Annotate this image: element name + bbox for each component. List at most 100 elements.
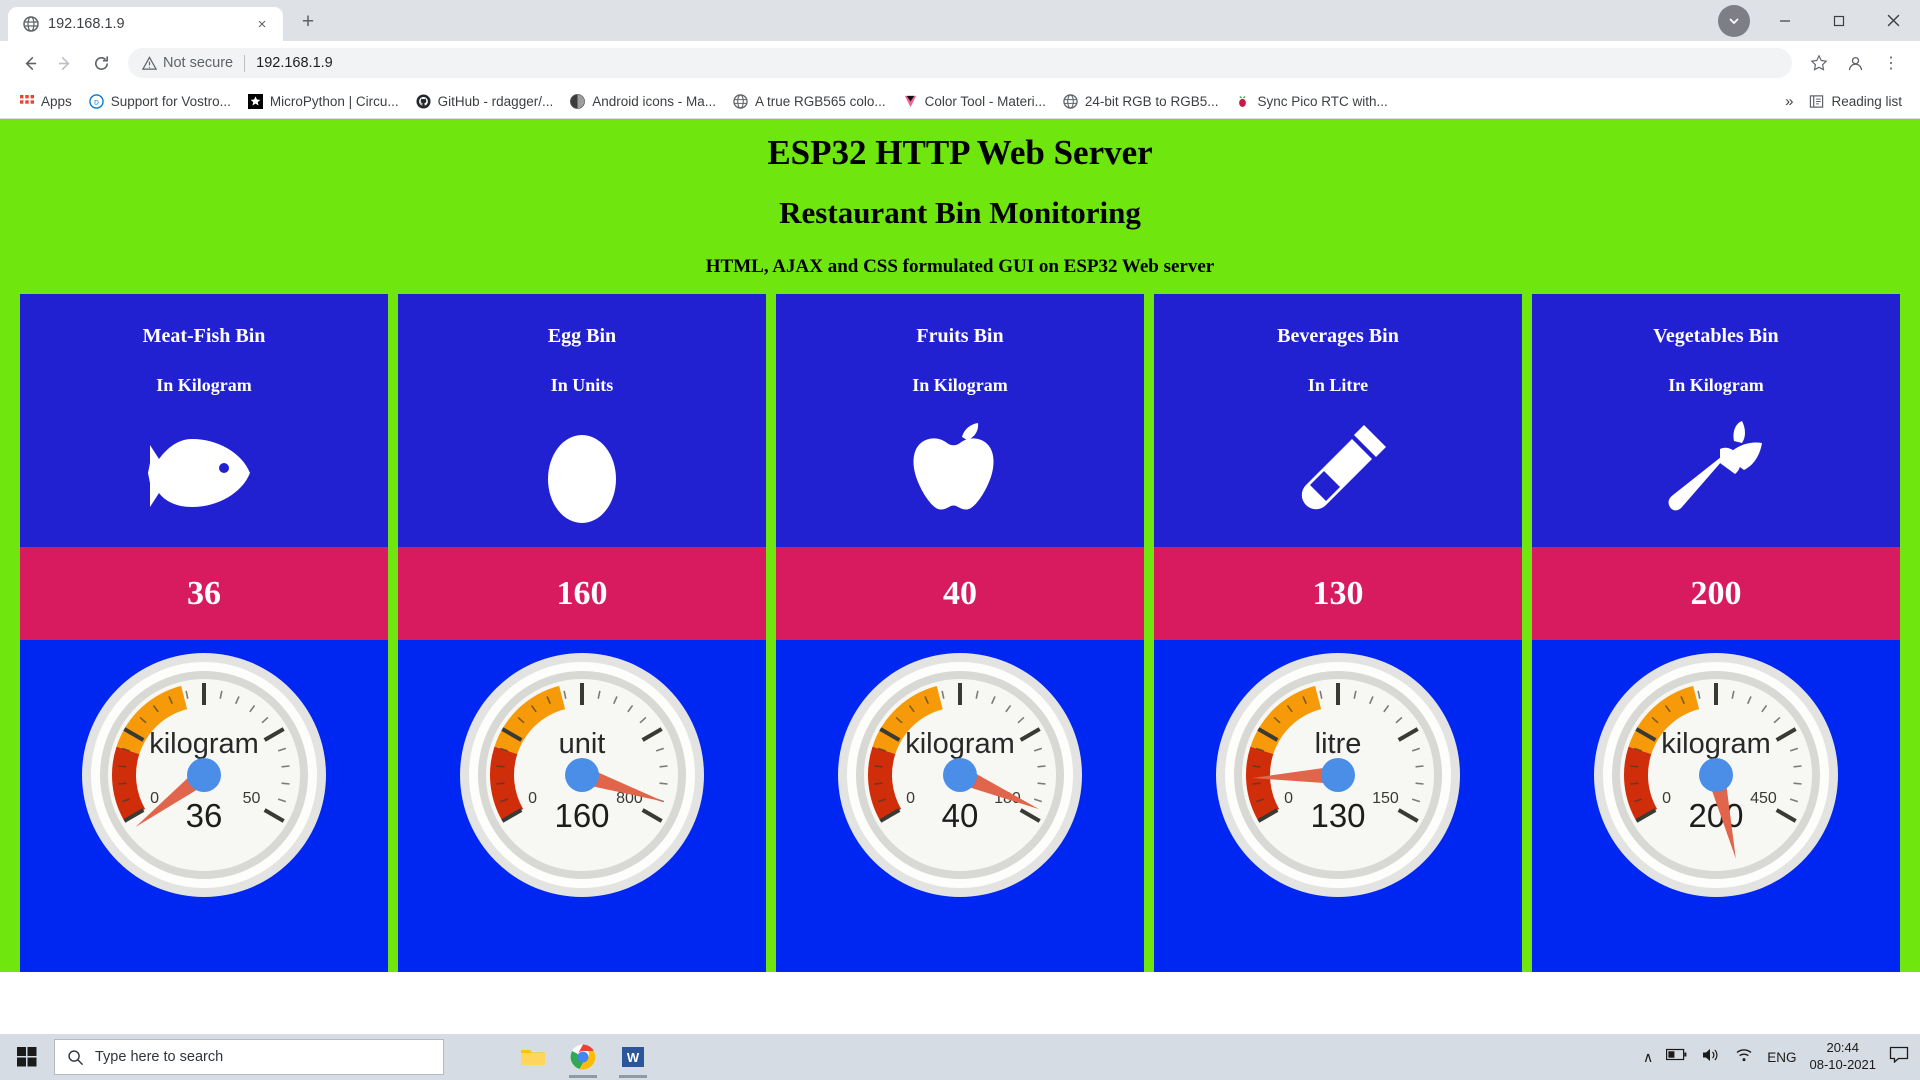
maximize-button[interactable]: [1812, 0, 1866, 41]
tab-title: 192.168.1.9: [48, 16, 125, 32]
taskbar-clock[interactable]: 20:44 08-10-2021: [1810, 1040, 1877, 1073]
address-bar[interactable]: Not secure 192.168.1.9: [128, 48, 1792, 78]
svg-text:litre: litre: [1315, 728, 1362, 760]
start-button[interactable]: [2, 1034, 52, 1080]
carrot-icon: [1664, 420, 1768, 525]
bookmark-item[interactable]: Sync Pico RTC with...: [1226, 90, 1395, 113]
tray-expand-icon[interactable]: ∧: [1643, 1049, 1653, 1066]
chrome-browser-window: 192.168.1.9 × + Not secure 192.168.1.9 ⋮…: [0, 0, 1920, 1034]
bin-cards-container: Meat-Fish Bin In Kilogram 36 kilogram 0 50…: [0, 294, 1920, 972]
bin-gauge: kilogram 0 450 200: [1532, 640, 1900, 972]
clock-date: 08-10-2021: [1809, 1057, 1877, 1072]
svg-text:0: 0: [906, 790, 915, 807]
profile-icon[interactable]: [1838, 46, 1872, 80]
omnibox-divider: [244, 54, 246, 72]
notifications-icon[interactable]: [1889, 1046, 1909, 1068]
page-subtitle: Restaurant Bin Monitoring: [779, 195, 1141, 230]
bookmark-item[interactable]: GitHub - rdagger/...: [407, 90, 562, 113]
bookmark-item[interactable]: 24-bit RGB to RGB5...: [1054, 90, 1227, 113]
bin-value-badge: 130: [1154, 547, 1522, 640]
bookmark-item[interactable]: MicroPython | Circu...: [239, 90, 407, 113]
bin-card: Meat-Fish Bin In Kilogram 36 kilogram 0 50…: [20, 294, 388, 972]
bin-card: Vegetables Bin In Kilogram 200 kilogram 0…: [1532, 294, 1900, 972]
svg-text:0: 0: [1284, 790, 1293, 807]
bin-card-header: Beverages Bin In Litre: [1154, 294, 1522, 547]
search-icon: [68, 1049, 84, 1065]
svg-text:50: 50: [243, 790, 261, 807]
taskbar-search-input[interactable]: Type here to search: [54, 1039, 444, 1075]
bookmark-item[interactable]: Android icons - Ma...: [561, 90, 724, 113]
back-icon[interactable]: [12, 46, 46, 80]
bookmark-label: Color Tool - Materi...: [924, 94, 1046, 109]
svg-text:0: 0: [150, 790, 159, 807]
bookmarks-overflow-button[interactable]: »: [1778, 90, 1800, 113]
reading-list-label: Reading list: [1831, 94, 1902, 109]
battery-icon[interactable]: [1666, 1048, 1688, 1066]
svg-text:kilogram: kilogram: [905, 728, 1015, 760]
volume-icon[interactable]: [1701, 1047, 1721, 1068]
warning-triangle-icon: [142, 55, 157, 70]
web-page-content: ESP32 HTTP Web Server Restaurant Bin Mon…: [0, 119, 1920, 1034]
reading-list-button[interactable]: Reading list: [1800, 90, 1910, 113]
reload-icon[interactable]: [84, 46, 118, 80]
file-explorer-icon[interactable]: [512, 1036, 554, 1078]
security-label: Not secure: [163, 55, 234, 71]
bookmark-item[interactable]: D Support for Vostro...: [80, 90, 239, 113]
new-tab-button[interactable]: +: [291, 5, 325, 39]
svg-text:160: 160: [554, 797, 609, 834]
clock-time: 20:44: [1826, 1040, 1860, 1056]
svg-text:450: 450: [1750, 790, 1777, 807]
bookmark-star-icon[interactable]: [1802, 46, 1836, 80]
egg-icon: [543, 420, 621, 525]
reading-list-icon: [1808, 93, 1825, 110]
system-tray: ∧ ENG 20:44 08-10-2021: [1643, 1040, 1918, 1073]
close-window-button[interactable]: [1866, 0, 1920, 41]
svg-text:0: 0: [528, 790, 537, 807]
dell-icon: D: [88, 93, 105, 110]
adafruit-icon: [247, 93, 264, 110]
bin-gauge: kilogram 0 50 36: [20, 640, 388, 972]
bin-value-badge: 40: [776, 547, 1144, 640]
svg-text:130: 130: [1310, 797, 1365, 834]
search-placeholder: Type here to search: [95, 1049, 224, 1065]
bookmark-label: Android icons - Ma...: [592, 94, 717, 109]
tab-strip: 192.168.1.9 × +: [0, 0, 1920, 41]
bin-gauge: litre 0 150 130: [1154, 640, 1522, 972]
bin-name: Egg Bin: [547, 325, 617, 347]
chrome-menu-icon[interactable]: ⋮: [1874, 46, 1908, 80]
bin-gauge: kilogram018040: [776, 640, 1144, 972]
word-icon[interactable]: W: [612, 1036, 654, 1078]
forward-icon[interactable]: [48, 46, 82, 80]
browser-tab[interactable]: 192.168.1.9 ×: [8, 7, 283, 41]
language-indicator[interactable]: ENG: [1767, 1050, 1796, 1065]
bookmark-label: MicroPython | Circu...: [269, 94, 399, 109]
bookmark-item[interactable]: A true RGB565 colo...: [724, 90, 894, 113]
url-text: 192.168.1.9: [256, 55, 333, 71]
svg-text:kilogram: kilogram: [149, 728, 259, 760]
bin-name: Beverages Bin: [1277, 325, 1399, 347]
bin-name: Meat-Fish Bin: [142, 325, 266, 347]
github-icon: [415, 93, 432, 110]
globe-icon: [22, 16, 39, 33]
wifi-icon[interactable]: [1734, 1047, 1754, 1068]
bottle-icon: [1286, 420, 1390, 525]
page-header: ESP32 HTTP Web Server Restaurant Bin Mon…: [0, 119, 1920, 294]
bin-unit-label: In Litre: [1307, 375, 1369, 395]
bin-unit-label: In Kilogram: [1668, 375, 1764, 395]
close-icon[interactable]: ×: [251, 13, 273, 35]
bookmark-label: Apps: [41, 94, 72, 109]
profile-avatar[interactable]: [1718, 4, 1750, 37]
minimize-button[interactable]: [1758, 0, 1812, 41]
browser-toolbar: Not secure 192.168.1.9 ⋮: [0, 41, 1920, 85]
fish-icon: [148, 420, 260, 525]
svg-text:200: 200: [1688, 797, 1743, 834]
page-title: ESP32 HTTP Web Server: [767, 133, 1153, 172]
taskbar-apps: W: [512, 1036, 654, 1078]
bookmark-item[interactable]: Color Tool - Materi...: [894, 90, 1054, 113]
bookmark-label: 24-bit RGB to RGB5...: [1084, 94, 1219, 109]
svg-text:36: 36: [186, 797, 223, 834]
security-indicator[interactable]: Not secure: [142, 55, 233, 71]
raspberrypi-icon: [1234, 93, 1251, 110]
bookmark-apps[interactable]: Apps: [10, 90, 80, 113]
chrome-icon[interactable]: [562, 1036, 604, 1078]
